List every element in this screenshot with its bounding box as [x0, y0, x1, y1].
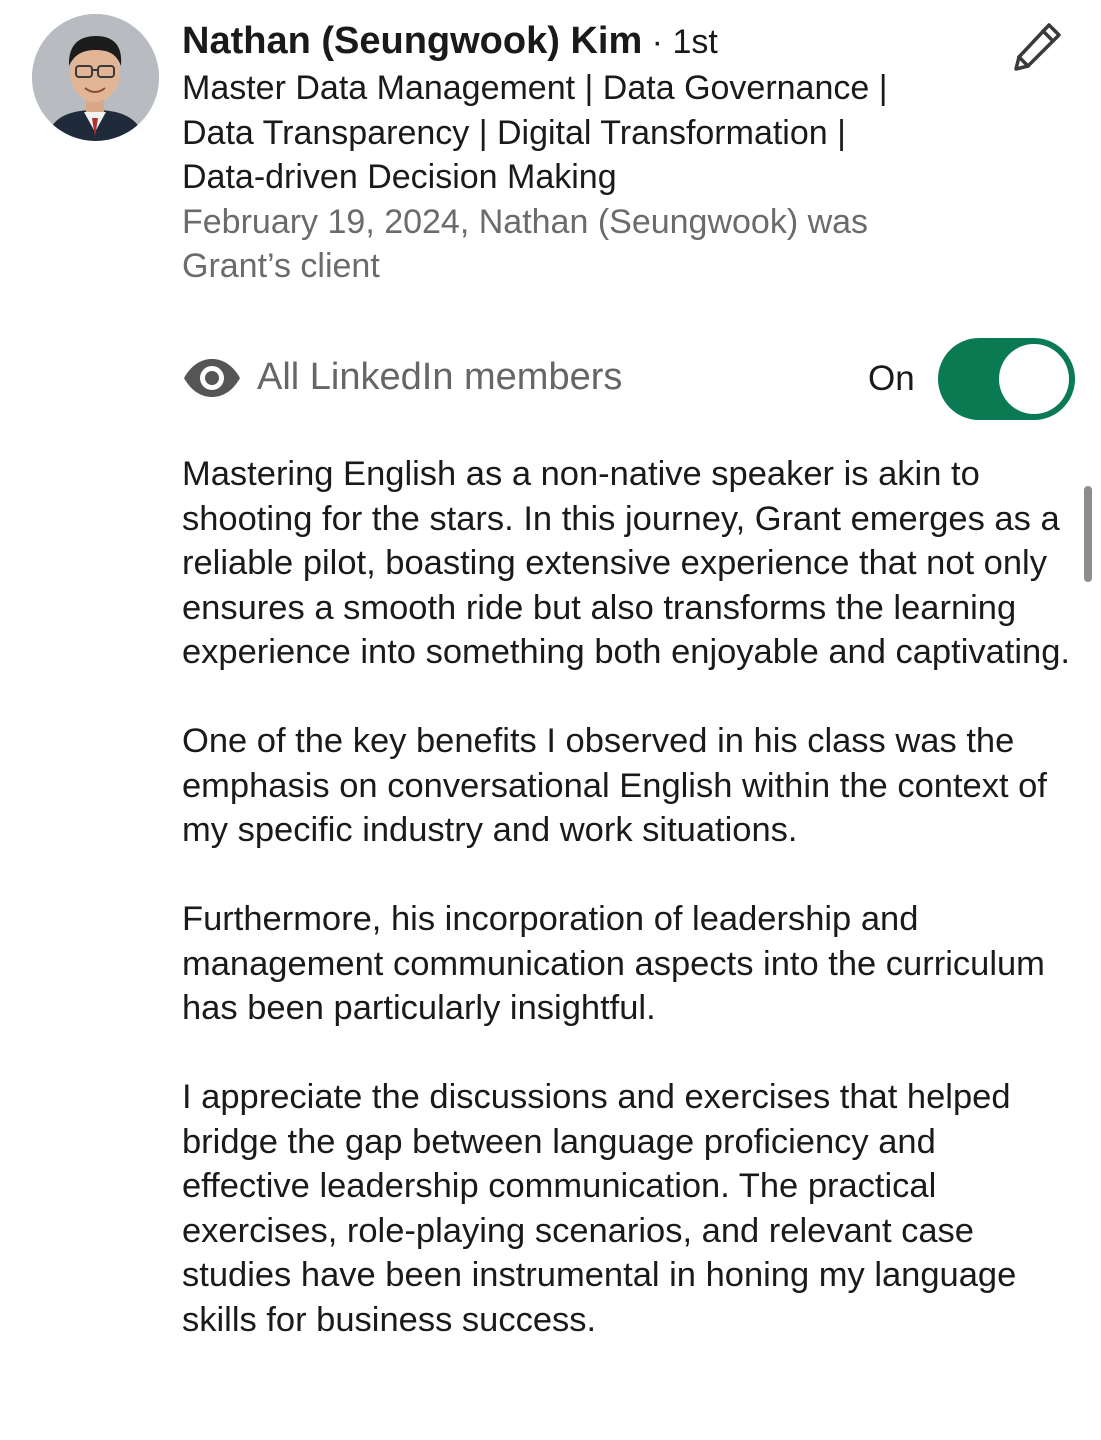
- connection-degree: · 1st: [642, 23, 718, 61]
- author-avatar[interactable]: [32, 14, 159, 141]
- toggle-state-label: On: [868, 359, 915, 398]
- visibility-toggle[interactable]: [938, 338, 1075, 420]
- scrollbar[interactable]: [1084, 486, 1092, 582]
- toggle-knob: [999, 344, 1069, 414]
- eye-icon: [184, 359, 240, 397]
- recommendation-paragraph: One of the key benefits I observed in hi…: [182, 722, 1047, 849]
- pencil-icon: [1014, 23, 1061, 71]
- recommendation-paragraph: Furthermore, his incorporation of leader…: [182, 900, 1045, 1027]
- recommendation-meta: February 19, 2024, Nathan (Seungwook) wa…: [182, 202, 869, 286]
- author-headline: Master Data Management | Data Governance…: [182, 69, 888, 196]
- recommendation-header: Nathan (Seungwook) Kim · 1st Master Data…: [182, 16, 962, 289]
- author-name[interactable]: Nathan (Seungwook) Kim: [182, 20, 642, 62]
- author-name-line: Nathan (Seungwook) Kim · 1st: [182, 16, 962, 66]
- avatar-photo: [32, 14, 159, 141]
- recommendation-text: Mastering English as a non-native speake…: [182, 452, 1072, 1387]
- visibility-label: All LinkedIn members: [257, 356, 623, 398]
- recommendation-paragraph: Mastering English as a non-native speake…: [182, 455, 1071, 671]
- visibility-setting-row: All LinkedIn members On: [182, 338, 1075, 420]
- edit-button[interactable]: [1004, 14, 1070, 80]
- recommendation-paragraph: I appreciate the discussions and exercis…: [182, 1078, 1017, 1339]
